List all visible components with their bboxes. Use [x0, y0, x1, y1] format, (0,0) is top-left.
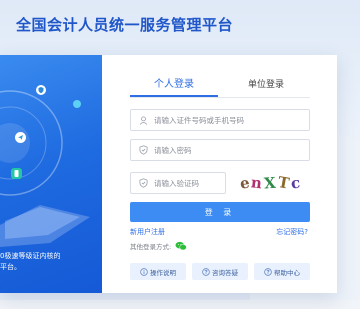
login-tabs: 个人登录 单位登录 — [130, 75, 310, 98]
consult-qa-label: 咨询答疑 — [212, 268, 238, 277]
user-icon — [136, 113, 150, 127]
help-center-button[interactable]: 帮助中心 — [254, 263, 310, 280]
id-input[interactable] — [154, 115, 294, 125]
shield-badge-icon — [36, 85, 46, 95]
captcha-image[interactable]: enXTc — [232, 172, 310, 194]
tab-personal-login[interactable]: 个人登录 — [130, 75, 218, 97]
help-circle-icon — [264, 267, 272, 276]
wechat-icon[interactable] — [175, 241, 187, 251]
promo-panel: 0极速等级证内核的 平台。 — [0, 55, 102, 293]
password-input[interactable] — [154, 145, 294, 155]
promo-text-line-2: 平台。 — [0, 263, 21, 271]
password-field — [130, 139, 310, 161]
shield-check-icon — [136, 176, 150, 190]
captcha-field — [130, 172, 226, 194]
info-circle-icon — [140, 267, 148, 276]
captcha-input[interactable] — [154, 178, 224, 188]
other-login-label: 其他登录方式: — [130, 243, 172, 251]
promo-text-line-1: 0极速等级证内核的 — [0, 252, 61, 260]
login-card: 0极速等级证内核的 平台。 个人登录 单位登录 enXTc — [0, 55, 337, 293]
login-button[interactable]: 登 录 — [130, 202, 310, 222]
other-login-methods: 其他登录方式: — [130, 241, 187, 251]
consult-qa-button[interactable]: 咨询答疑 — [192, 263, 248, 280]
tab-unit-login[interactable]: 单位登录 — [222, 75, 310, 95]
app-title-bar: 全国会计人员统一服务管理平台 — [0, 14, 360, 35]
id-field — [130, 109, 310, 131]
help-center-label: 帮助中心 — [274, 268, 300, 277]
operation-guide-label: 操作说明 — [150, 268, 176, 277]
lock-shield-icon — [136, 143, 150, 157]
help-buttons: 操作说明 咨询答疑 帮助中心 — [130, 263, 310, 280]
send-badge-icon — [15, 132, 26, 143]
question-circle-icon — [202, 267, 210, 276]
operation-guide-button[interactable]: 操作说明 — [130, 263, 186, 280]
register-link[interactable]: 新用户注册 — [130, 227, 165, 237]
dot-badge-icon — [73, 100, 81, 108]
page-title: 全国会计人员统一服务管理平台 — [16, 16, 234, 34]
forgot-password-link[interactable]: 忘记密码? — [276, 227, 308, 237]
promo-text: 0极速等级证内核的 平台。 — [0, 251, 100, 273]
mobile-badge-icon — [11, 168, 22, 179]
captcha-char: c — [290, 173, 304, 193]
